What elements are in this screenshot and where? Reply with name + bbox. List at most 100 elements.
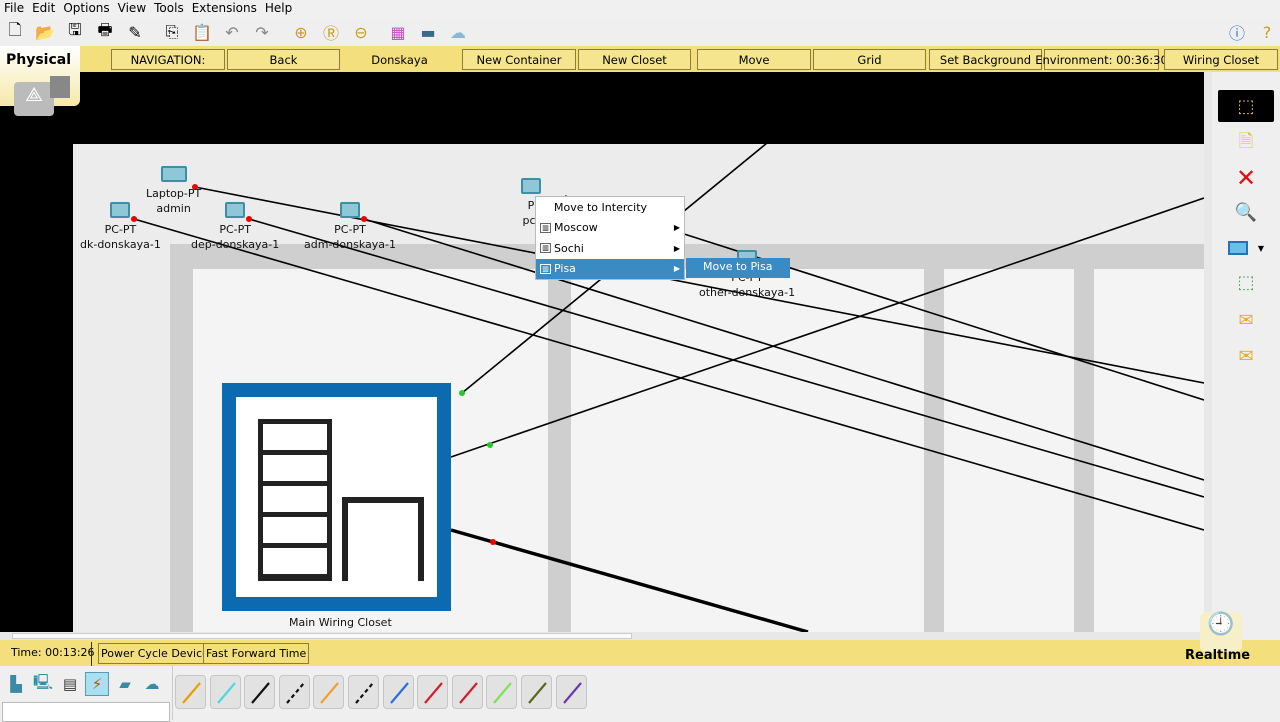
new-icon[interactable]: 🗋 (3, 20, 27, 44)
zoom-reset-icon[interactable]: Ⓡ (319, 20, 343, 44)
multiuser-icon[interactable]: ☁ (140, 672, 164, 696)
phone-cable-icon[interactable] (348, 675, 379, 709)
device-pc-dep[interactable]: PC-PT dep-donskaya-1 (191, 202, 279, 252)
open-icon[interactable]: 📂 (33, 20, 57, 44)
menu-item-move-to-intercity[interactable]: Move to Intercity (536, 197, 684, 218)
move-button[interactable]: Move (697, 49, 811, 70)
device-pc-adm[interactable]: PC-PT adm-donskaya-1 (304, 202, 396, 252)
city-icon: ▥ (540, 243, 551, 254)
activity-wizard-icon[interactable]: ✎ (123, 20, 147, 44)
palette-icon[interactable]: ▦ (386, 20, 410, 44)
device-pc-dk[interactable]: PC-PT dk-donskaya-1 (80, 202, 161, 252)
fast-forward-time-button[interactable]: Fast Forward Time (203, 643, 310, 664)
help-icon[interactable]: ? (1255, 20, 1279, 44)
menu-item-move-to-pisa[interactable]: Move to Pisa (686, 258, 790, 278)
dropdown-arrow-icon: ▼ (1257, 243, 1265, 253)
pc-icon (110, 202, 131, 218)
submenu-arrow-icon: ▶ (673, 243, 680, 253)
context-menu: Move to Intercity ▥ Moscow ▶ ▥ Sochi ▶ ▥ Pisa… (535, 196, 685, 280)
select-tool-icon[interactable]: ⬚ (1218, 90, 1274, 122)
physical-workspace[interactable]: Laptop-PT admin PC-PT dk-donskaya-1 PC-PT d… (0, 72, 1204, 632)
city-icon: ▥ (540, 222, 551, 233)
device-palette: ▙ 🖳 ▤ ⚡ ▰ ☁ (0, 666, 1280, 722)
print-icon[interactable]: 🖶 (93, 20, 117, 44)
grid-button[interactable]: Grid (813, 49, 926, 70)
usb-cable-icon[interactable] (555, 675, 587, 709)
network-devices-icon[interactable]: ▙ (4, 672, 28, 696)
components-icon[interactable]: ▤ (58, 672, 82, 696)
logical-view-icon[interactable]: ⟁ (14, 82, 54, 116)
auto-connection-icon[interactable] (175, 675, 206, 709)
pc-icon (225, 202, 246, 218)
time-display: Time: 00:13:26 (11, 646, 95, 659)
cable-layer (131, 142, 1204, 632)
undo-icon[interactable]: ↶ (220, 20, 244, 44)
new-container-button[interactable]: New Container (462, 49, 576, 70)
zoom-out-icon[interactable]: ⊖ (349, 20, 373, 44)
pc-icon (521, 178, 541, 194)
copper-cross-over-icon[interactable] (278, 675, 310, 709)
coaxial-icon[interactable] (382, 675, 414, 709)
delete-tool-icon[interactable]: ✕ (1218, 162, 1274, 194)
menu-options[interactable]: Options (59, 0, 113, 18)
submenu-arrow-icon: ▶ (673, 264, 680, 274)
main-wiring-closet[interactable] (222, 383, 451, 611)
new-closet-button[interactable]: New Closet (578, 49, 691, 70)
environment-button[interactable]: Environment: 00:36:30 (1035, 49, 1168, 70)
serial-dce-icon[interactable] (417, 675, 449, 709)
info-icon[interactable]: ⓘ (1225, 20, 1249, 44)
device-template-icon[interactable]: ▬ (416, 20, 440, 44)
closet-label: Main Wiring Closet (289, 616, 392, 629)
resize-tool-icon[interactable]: ⬚ (1218, 266, 1274, 298)
miscellaneous-icon[interactable]: ▰ (113, 672, 137, 696)
submenu-arrow-icon: ▶ (673, 223, 680, 233)
redo-icon[interactable]: ↷ (250, 20, 274, 44)
connections-icon[interactable]: ⚡ (85, 672, 109, 696)
menu-bar: File Edit Options View Tools Extensions … (0, 0, 1280, 18)
vertical-scrollbar[interactable] (1204, 72, 1212, 632)
menu-item-pisa[interactable]: ▥ Pisa ▶ (536, 258, 684, 279)
add-complex-pdu-icon[interactable]: ✉ (1218, 340, 1274, 372)
menu-item-moscow[interactable]: ▥ Moscow ▶ (536, 218, 684, 239)
console-cable-icon[interactable] (209, 675, 241, 709)
copy-icon[interactable]: ⎘ (160, 20, 184, 44)
device-search-box[interactable] (2, 702, 170, 722)
location-label: Donskaya (342, 49, 457, 70)
serial-dte-icon[interactable] (451, 675, 483, 709)
realtime-clock-icon[interactable]: 🕘 (1200, 612, 1242, 652)
iot-custom-cable-icon[interactable] (521, 675, 552, 709)
cloud-icon[interactable]: ☁ (446, 20, 470, 44)
rack-view-icon[interactable] (50, 76, 70, 98)
power-cycle-devices-button[interactable]: Power Cycle Devices (98, 643, 218, 664)
laptop-icon (160, 166, 187, 182)
draw-shape-tool[interactable]: ▼ (1218, 232, 1274, 264)
city-icon: ▥ (540, 263, 551, 274)
menu-extensions[interactable]: Extensions (188, 0, 261, 18)
menu-tools[interactable]: Tools (150, 0, 188, 18)
menu-file[interactable]: File (0, 0, 28, 18)
octal-cable-icon[interactable] (486, 675, 518, 709)
inspect-tool-icon[interactable]: 🔍 (1218, 196, 1274, 228)
wiring-closet-icon (236, 397, 437, 597)
add-simple-pdu-icon[interactable]: ✉ (1218, 304, 1274, 336)
copper-straight-through-icon[interactable] (244, 675, 276, 709)
navigation-label: NAVIGATION: (111, 49, 225, 70)
paste-icon[interactable]: 📋 (190, 20, 214, 44)
menu-view[interactable]: View (114, 0, 150, 18)
end-devices-icon[interactable]: 🖳 (31, 672, 55, 696)
right-tool-panel: ⬚ 🗎 ✕ 🔍 ▼ ⬚ ✉ ✉ (1212, 72, 1280, 632)
realtime-mode-label[interactable]: Realtime (1185, 648, 1250, 663)
fiber-icon[interactable] (313, 675, 345, 709)
set-background-button[interactable]: Set Background (929, 49, 1042, 70)
wiring-closet-button[interactable]: Wiring Closet (1164, 49, 1278, 70)
note-tool-icon[interactable]: 🗎 (1218, 128, 1274, 160)
cable-line (450, 528, 809, 632)
horizontal-scrollbar[interactable] (0, 632, 1204, 640)
menu-edit[interactable]: Edit (28, 0, 59, 18)
menu-help[interactable]: Help (261, 0, 296, 18)
save-icon[interactable]: 🖫 (63, 20, 87, 44)
status-bar: Time: 00:13:26 Power Cycle Devices Fast … (0, 640, 1280, 666)
zoom-in-icon[interactable]: ⊕ (289, 20, 313, 44)
back-button[interactable]: Back (227, 49, 340, 70)
menu-item-sochi[interactable]: ▥ Sochi ▶ (536, 238, 684, 259)
